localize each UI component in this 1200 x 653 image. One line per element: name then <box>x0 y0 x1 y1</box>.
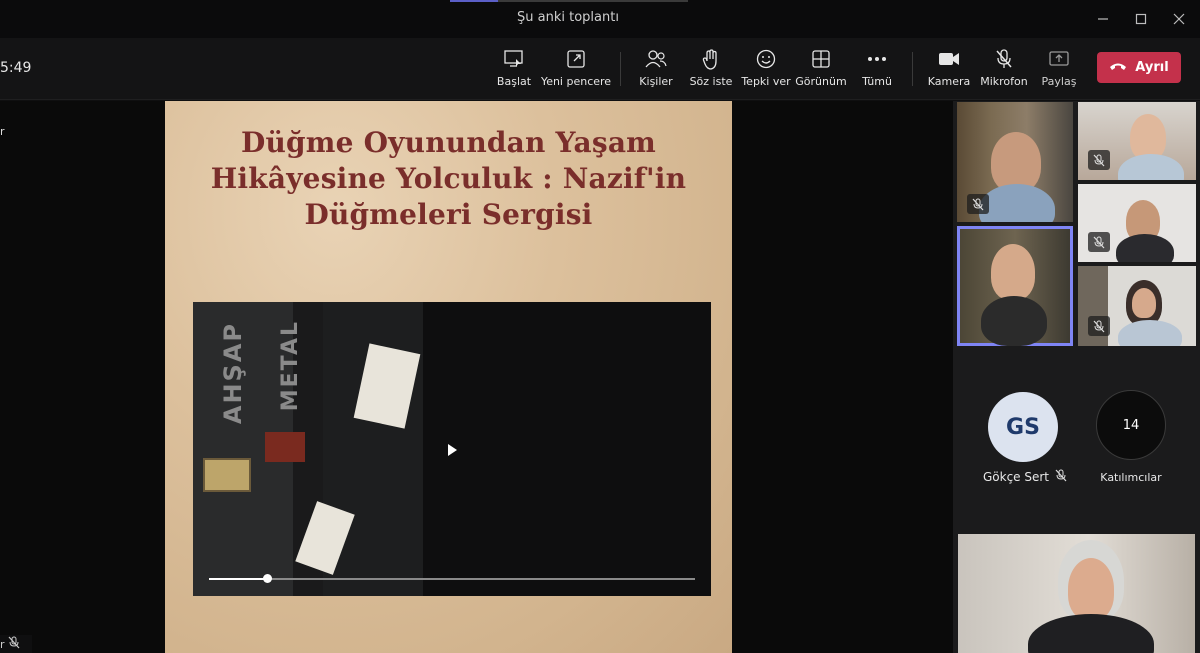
start-button[interactable]: Başlat <box>479 48 549 94</box>
window-title: Şu anki toplantı <box>517 10 619 25</box>
meeting-timer: 5:49 <box>0 60 32 76</box>
mic-muted-icon <box>993 48 1015 70</box>
play-icon[interactable] <box>448 444 457 456</box>
mic-muted-icon <box>967 194 989 214</box>
reaction-icon <box>755 48 777 70</box>
start-label: Başlat <box>496 75 532 88</box>
share-icon <box>1048 48 1070 70</box>
close-icon[interactable] <box>1168 8 1190 30</box>
camera-label: Kamera <box>927 75 971 88</box>
camera-icon <box>938 48 960 70</box>
microphone-label: Mikrofon <box>980 75 1028 88</box>
slide-title: Düğme Oyunundan Yaşam Hikâyesine Yolculu… <box>165 125 732 233</box>
meeting-toolbar: 5:49 Başlat Yeni pencere Kişiler Söz ist… <box>0 38 1200 100</box>
mic-muted-icon <box>1088 316 1110 336</box>
mic-muted-icon <box>1055 469 1067 485</box>
participant-body <box>981 296 1047 346</box>
people-label: Kişiler <box>639 75 673 88</box>
participant-name: Gökçe Sert <box>975 469 1075 485</box>
embedded-video[interactable]: AHŞAP METAL <box>193 302 711 596</box>
title-accent <box>450 0 498 2</box>
slide-title-line: Hikâyesine Yolculuk : Nazif'in <box>210 162 687 195</box>
mic-muted-icon <box>1088 150 1110 170</box>
share-button[interactable]: Paylaş <box>1024 48 1094 94</box>
video-scene-object <box>265 432 305 462</box>
avatar[interactable]: GS <box>988 392 1058 462</box>
participants-count-button[interactable]: 14 <box>1096 390 1166 460</box>
slide-title-line: Düğme Oyunundan Yaşam <box>240 126 656 159</box>
more-button[interactable]: Tümü <box>842 48 912 94</box>
video-scene-text: AHŞAP <box>219 322 247 425</box>
participant-face <box>1132 288 1156 318</box>
leave-button[interactable]: Ayrıl <box>1097 52 1181 83</box>
mic-muted-icon <box>8 636 20 652</box>
share-label: Paylaş <box>1041 75 1077 88</box>
slide-title-line: Düğmeleri Sergisi <box>304 198 593 231</box>
more-icon <box>866 48 888 70</box>
view-icon <box>810 48 832 70</box>
new-window-icon <box>565 48 587 70</box>
video-scene-wall <box>423 302 711 596</box>
share-screen-icon <box>503 48 525 70</box>
view-label: Görünüm <box>795 75 847 88</box>
new-window-label: Yeni pencere <box>540 75 612 88</box>
participant-body <box>1118 320 1182 346</box>
participant-face <box>991 132 1041 192</box>
participant-face <box>1068 558 1114 620</box>
react-label: Tepki ver <box>741 75 791 88</box>
left-edge-text: r <box>0 125 5 138</box>
video-scene-object <box>203 458 251 492</box>
participant-video-tile[interactable] <box>1078 266 1196 346</box>
minimize-icon[interactable] <box>1092 8 1114 30</box>
video-seek-track[interactable] <box>209 578 695 580</box>
participant-video-tile[interactable] <box>1078 102 1196 180</box>
participants-count-label: Katılımcılar <box>1100 471 1162 484</box>
local-participant-name: r <box>0 637 5 651</box>
mic-muted-icon <box>1088 232 1110 252</box>
participant-video-tile[interactable] <box>1078 184 1196 262</box>
video-scene-text: METAL <box>278 320 303 412</box>
more-label: Tümü <box>862 75 892 88</box>
raise-hand-icon <box>700 48 722 70</box>
toolbar-divider <box>912 52 913 86</box>
participant-body <box>1116 234 1174 262</box>
new-window-button[interactable]: Yeni pencere <box>541 48 611 94</box>
title-bar: Şu anki toplantı <box>0 0 1200 38</box>
active-speaker-tile[interactable] <box>957 226 1073 346</box>
local-participant-tag: r <box>0 635 32 653</box>
video-seek-handle[interactable] <box>263 574 272 583</box>
raise-hand-label: Söz iste <box>689 75 733 88</box>
participant-face <box>991 244 1035 300</box>
participant-name-label: Gökçe Sert <box>982 470 1050 484</box>
people-icon <box>645 48 667 70</box>
title-accent-secondary <box>498 0 688 2</box>
hang-up-icon <box>1109 60 1127 75</box>
video-seek-progress <box>209 578 267 580</box>
participant-video-tile[interactable] <box>957 102 1073 222</box>
self-view-tile[interactable] <box>958 534 1195 653</box>
maximize-icon[interactable] <box>1130 8 1152 30</box>
leave-label: Ayrıl <box>1135 60 1169 75</box>
